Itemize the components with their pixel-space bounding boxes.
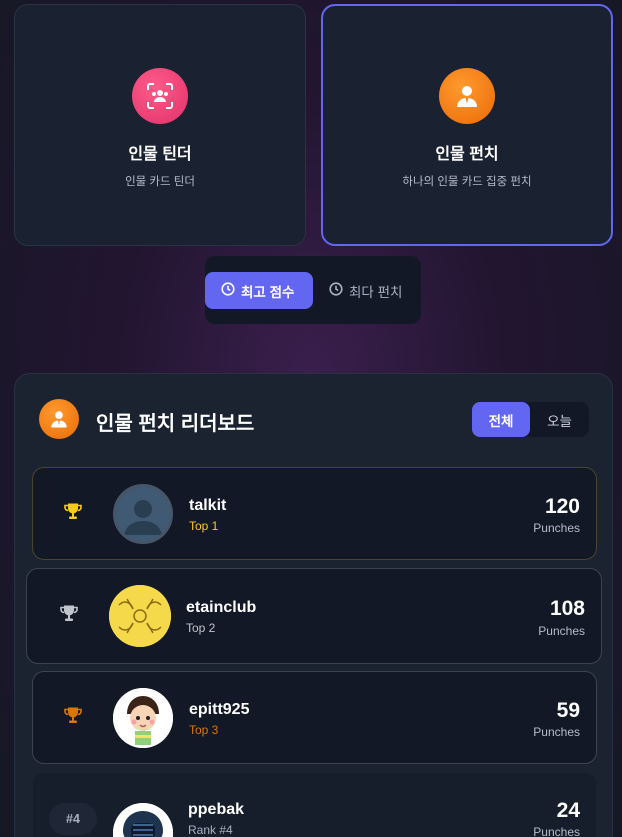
username: etainclub xyxy=(186,599,257,616)
avatar xyxy=(109,585,171,647)
score-unit: Punches xyxy=(533,825,580,837)
username: ppebak xyxy=(188,801,245,818)
mode-title: 인물 틴더 xyxy=(128,146,192,163)
face-scan-icon xyxy=(132,68,188,124)
leaderboard-row[interactable]: etainclub Top 2 108 Punches xyxy=(26,568,602,664)
rank-label: Top 3 xyxy=(189,723,219,737)
clock-icon xyxy=(221,282,235,299)
leaderboard-title: 인물 펀치 리더보드 xyxy=(96,413,255,435)
mode-card-person-tinder[interactable]: 인물 틴더 인물 카드 틴더 xyxy=(14,4,306,246)
username: talkit xyxy=(189,497,227,514)
score-value: 24 xyxy=(556,799,580,822)
score-value: 108 xyxy=(549,597,585,620)
username: epitt925 xyxy=(189,701,250,718)
period-all-button[interactable]: 전체 xyxy=(472,402,530,437)
mode-title: 인물 펀치 xyxy=(435,146,499,163)
sort-most-punches-button[interactable]: 최다 펀치 xyxy=(329,272,402,309)
score-value: 120 xyxy=(544,495,580,518)
sort-best-score-button[interactable]: 최고 점수 xyxy=(205,272,313,309)
mode-subtitle: 하나의 인물 카드 집중 펀치 xyxy=(402,176,532,188)
trophy-icon xyxy=(63,705,83,730)
trophy-icon xyxy=(63,501,83,526)
trophy-icon xyxy=(59,604,79,629)
score-unit: Punches xyxy=(533,725,580,739)
score-value: 59 xyxy=(556,699,580,722)
rank-label: Top 2 xyxy=(186,621,216,635)
score-unit: Punches xyxy=(538,624,585,638)
sort-most-punches-label: 최다 펀치 xyxy=(349,284,403,300)
avatar xyxy=(113,687,173,748)
mode-card-person-punch[interactable]: 인물 펀치 하나의 인물 카드 집중 펀치 xyxy=(321,4,613,246)
clock-icon xyxy=(329,282,343,299)
avatar xyxy=(113,803,173,837)
avatar xyxy=(113,483,173,544)
rank-label: Top 1 xyxy=(189,519,219,533)
rank-label: Rank #4 xyxy=(188,823,233,837)
period-toggle: 전체 오늘 xyxy=(472,402,589,437)
score-unit: Punches xyxy=(533,521,580,535)
sort-toggle: 최고 점수 최다 펀치 xyxy=(205,256,421,324)
leaderboard-panel: 인물 펀치 리더보드 전체 오늘 talkit Top 1 120 Punche… xyxy=(14,373,613,837)
leaderboard-row[interactable]: epitt925 Top 3 59 Punches xyxy=(32,671,597,764)
sort-best-score-label: 최고 점수 xyxy=(241,284,295,300)
person-icon xyxy=(39,399,79,439)
leaderboard-row[interactable]: talkit Top 1 120 Punches xyxy=(32,467,597,560)
leaderboard-row[interactable]: #4 ppebak Rank #4 24 Punches xyxy=(32,772,597,837)
person-icon xyxy=(439,68,495,124)
rank-badge: #4 xyxy=(49,803,97,835)
mode-subtitle: 인물 카드 틴더 xyxy=(125,176,195,188)
period-today-button[interactable]: 오늘 xyxy=(530,402,589,437)
